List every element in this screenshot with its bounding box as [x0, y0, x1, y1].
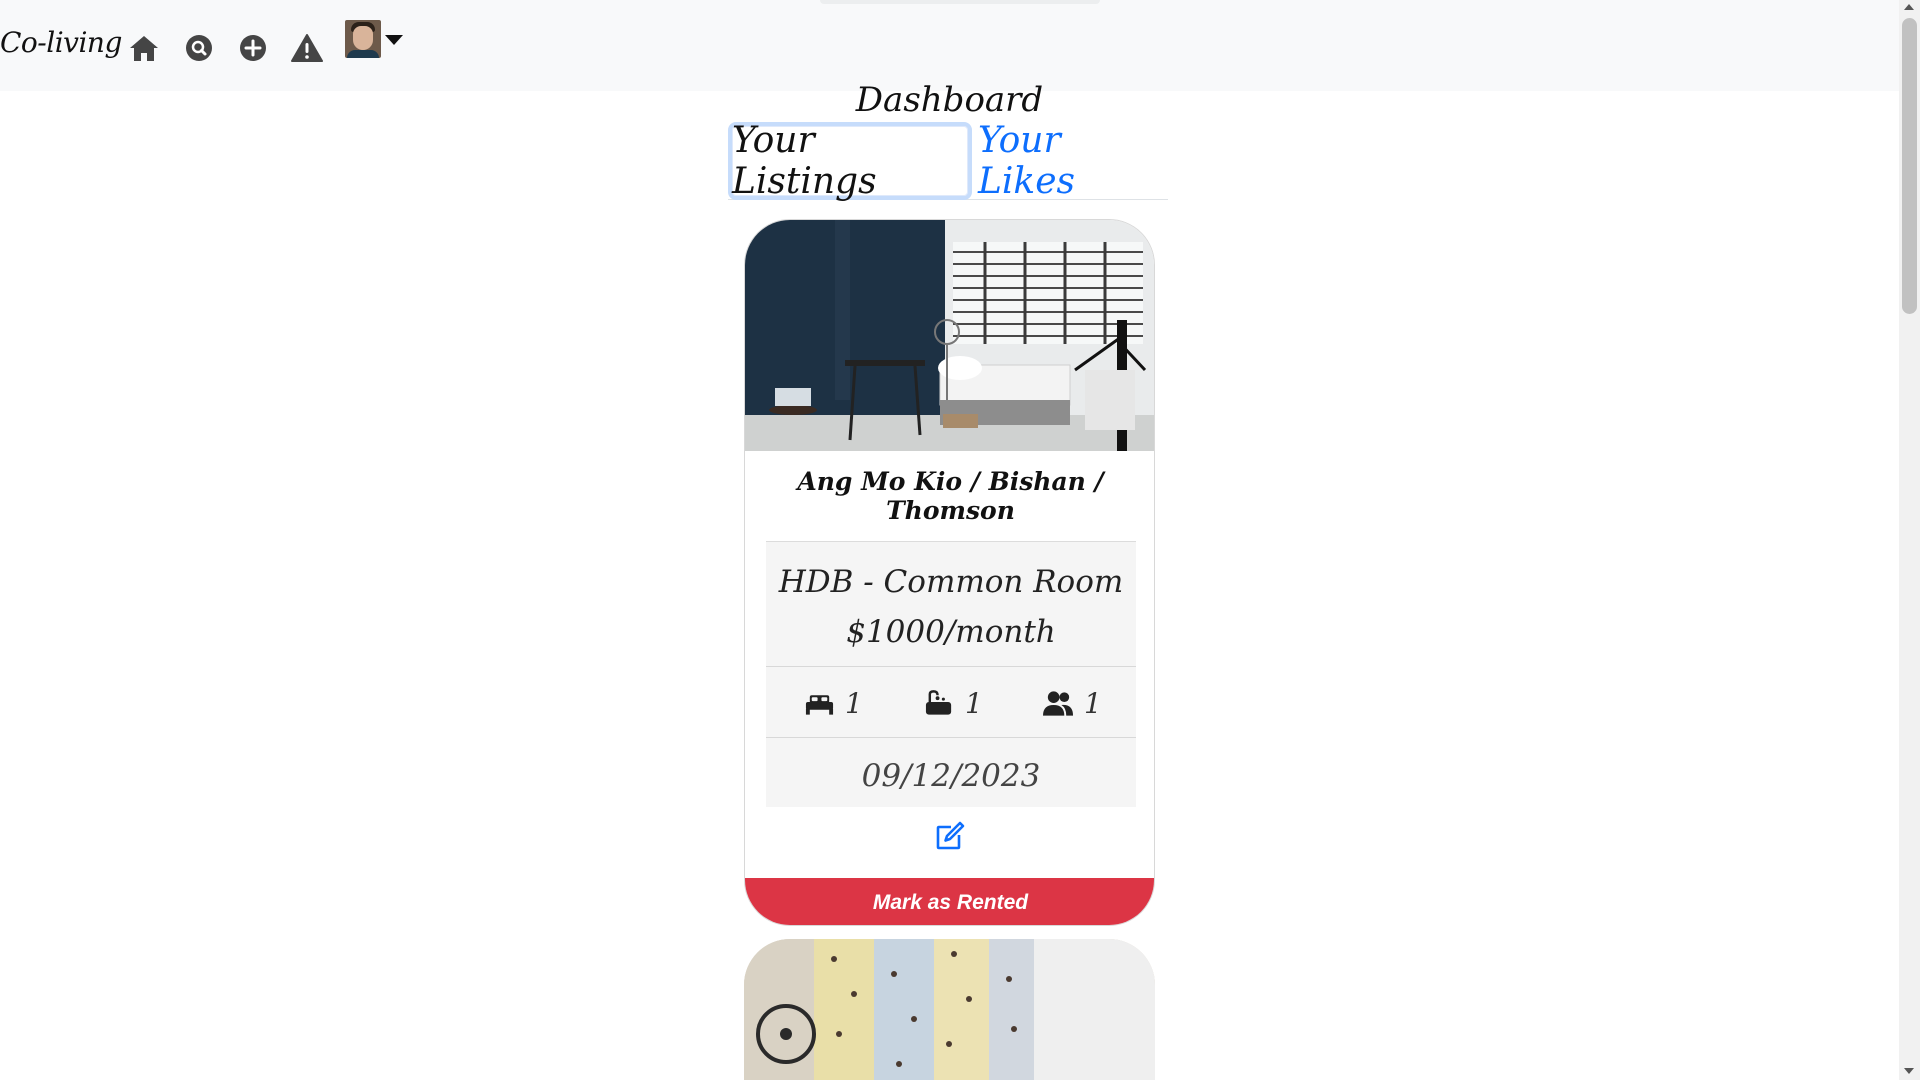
listing-date: 09/12/2023	[861, 758, 1041, 794]
scroll-up-arrow-icon[interactable]	[1904, 4, 1914, 10]
chevron-down-icon[interactable]	[385, 35, 403, 45]
avatar-face	[353, 26, 373, 50]
users-icon	[1043, 691, 1074, 716]
scrollbar-thumb[interactable]	[1902, 18, 1917, 314]
tab-your-likes[interactable]: Your Likes	[978, 120, 1168, 202]
occupants-stat: 1	[1043, 686, 1102, 720]
dashboard-tabs: Your Listings Your Likes	[728, 120, 1168, 202]
occupants-count: 1	[1084, 686, 1102, 720]
brand-link[interactable]: Co-living	[0, 26, 122, 59]
top-navbar: Co-living	[0, 0, 1899, 91]
tab-your-listings[interactable]: Your Listings	[728, 120, 972, 202]
scrollbar[interactable]	[1899, 0, 1920, 1080]
scroll-down-arrow-icon[interactable]	[1904, 1068, 1914, 1074]
listing-price: $1000/month	[846, 614, 1056, 650]
bed-icon	[805, 695, 834, 715]
listing-type: HDB - Common Room	[778, 564, 1124, 600]
listing-photo[interactable]	[744, 939, 1155, 1080]
search-icon[interactable]	[183, 32, 215, 64]
navbar-highlight	[820, 0, 1100, 4]
bathrooms-stat: 1	[924, 686, 983, 720]
avatar-shirt	[347, 50, 379, 58]
listing-stats: 1 1 1	[766, 666, 1136, 737]
mark-as-rented-button[interactable]: Mark as Rented	[745, 878, 1154, 925]
listing-photo[interactable]	[745, 220, 1154, 451]
bath-icon	[925, 690, 952, 715]
divider	[766, 737, 1136, 738]
edit-icon[interactable]	[935, 821, 965, 851]
listing-location: Ang Mo Kio / Bishan / Thomson	[797, 467, 1104, 525]
bathrooms-count: 1	[965, 686, 983, 720]
add-icon[interactable]	[237, 32, 269, 64]
bedrooms-count: 1	[845, 686, 863, 720]
bedrooms-stat: 1	[804, 686, 863, 720]
warning-icon[interactable]	[291, 32, 323, 64]
listing-card[interactable]: Ang Mo Kio / Bishan / Thomson HDB - Comm…	[744, 219, 1155, 926]
avatar[interactable]	[345, 20, 381, 58]
home-icon[interactable]	[128, 32, 160, 64]
listing-card[interactable]	[744, 939, 1155, 1080]
page-title: Dashboard	[855, 80, 1044, 120]
